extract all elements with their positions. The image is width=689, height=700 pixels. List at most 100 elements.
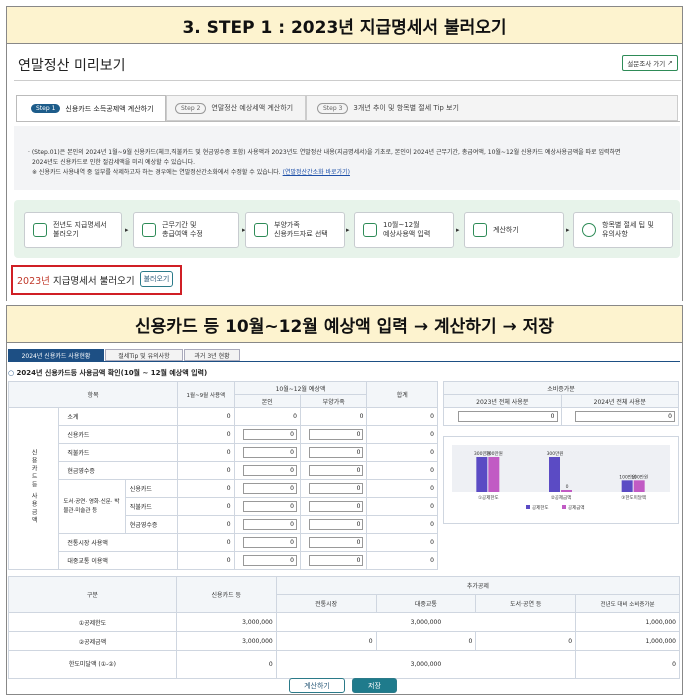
legend-swatch [526, 505, 530, 509]
legend-label: 공제금액 [568, 504, 585, 511]
save-button[interactable]: 저장 [352, 678, 397, 693]
step-item: 계산하기 [464, 212, 564, 248]
survey-button[interactable]: 설문조사 가기 ↗ [622, 55, 678, 71]
chart-data-label: 300만원 [486, 450, 503, 457]
header-2024: 2024년 전체 사용분 [560, 394, 679, 408]
self-input[interactable]: 0 [243, 519, 297, 530]
simplified-link[interactable]: (연말정산간소화 바로가기) [283, 169, 350, 176]
step-item: 전년도 지급명세서 불러오기 [24, 212, 122, 248]
tip-icon [582, 223, 596, 237]
header-total: 합계 [366, 381, 438, 408]
table-row: 도서·공연· 영화·신문· 박물관·미술관 등 신용카드 0 0 0 0 [9, 479, 438, 534]
step-badge: Step 2 [175, 102, 207, 114]
step-item: 근무기간 및 총급여액 수정 [133, 212, 239, 248]
subtab-tips[interactable]: 절세Tip 및 유의사항 [105, 349, 183, 361]
table-row: 신용카드등 사용금액 소계 0 0 0 0 [7, 407, 438, 570]
chart-container: 300만원 300만원 ①공제한도 300만원 0 ②공제금액 100만원 100만원 ③한도미… [443, 436, 679, 524]
subtab-history[interactable]: 과거 3년 현황 [184, 349, 240, 361]
chart-bar [476, 457, 488, 492]
dependent-input[interactable]: 0 [309, 429, 364, 440]
header-item: 항목 [7, 381, 179, 408]
table-row: ①공제한도 3,000,000 3,000,000 1,000,000 [8, 612, 680, 632]
chart-bar [549, 457, 560, 492]
self-input[interactable]: 0 [243, 501, 297, 512]
chart-bar [488, 457, 500, 492]
table-row: 전통시장 사용액 0 0 0 0 [9, 533, 438, 552]
dependent-input[interactable]: 0 [309, 519, 364, 530]
step-badge: Step 1 [31, 104, 61, 113]
calendar-icon [142, 223, 156, 237]
table-row: 한도미달액 (①-②) 0 3,000,000 0 [8, 650, 680, 679]
chart-data-label: 0 [566, 484, 569, 490]
header-additional: 추가공제 [275, 576, 681, 595]
tab-step2[interactable]: Step 2 연말정산 예상세액 계산하기 [166, 95, 306, 121]
step-badge: Step 3 [317, 102, 349, 114]
load-button[interactable]: 불러오기 [140, 271, 173, 287]
notice-text: · (Step.01)은 본인의 2024년 1월~9월 신용카드(체크,직불카… [28, 149, 621, 176]
calculate-button[interactable]: 계산하기 [289, 678, 345, 693]
calculator-icon [473, 223, 487, 237]
card-icon [363, 223, 377, 237]
arrow-right-icon: ▸ [566, 226, 570, 234]
arrow-right-icon: ▸ [456, 226, 460, 234]
self-input[interactable]: 0 [243, 555, 297, 566]
chart-bar [633, 480, 645, 492]
header-dependent: 부양가족 [299, 394, 368, 408]
usage-2024-input[interactable]: 0 [575, 411, 675, 422]
header-oct-dec: 10월~12월 예상액 [233, 381, 368, 395]
table-row: 대중교통 이용액 0 0 0 0 [9, 551, 438, 570]
external-link-icon: ↗ [667, 59, 673, 67]
header-market: 전통시장 [275, 594, 377, 613]
subtab-line [8, 361, 680, 362]
document-icon [33, 223, 47, 237]
consumption-table: 소비증가분 2023년 전체 사용분 2024년 전체 사용분 0 0 [443, 381, 679, 426]
section-banner-step1: 3. STEP 1 : 2023년 지급명세서 불러오기 [6, 6, 683, 44]
tab-step3[interactable]: Step 3 3개년 추이 및 항목별 절세 Tip 보기 [306, 95, 678, 121]
step-item: 항목별 절세 팁 및 유의사항 [573, 212, 673, 248]
section-title: ○ 2024년 신용카드등 사용금액 확인(10월 ~ 12월 예상액 입력) [8, 369, 208, 377]
legend-swatch [562, 505, 566, 509]
arrow-right-icon: ▸ [125, 226, 129, 234]
header-culture: 도서·공연 등 [475, 594, 577, 613]
table-row: ②공제금액 3,000,000 0 0 0 1,000,000 [8, 631, 680, 651]
dependent-input[interactable]: 0 [309, 501, 364, 512]
dependent-input[interactable]: 0 [309, 555, 364, 566]
page-title: 연말정산 미리보기 [18, 58, 126, 74]
load-label: 2023년 지급명세서 불러오기 [17, 276, 135, 287]
divider [14, 80, 681, 81]
usage-table: 항목 1월~9월 사용액 10월~12월 예상액 합계 본인 부양가족 신용카드… [7, 381, 438, 570]
header-self: 본인 [233, 394, 302, 408]
usage-2023-input[interactable]: 0 [457, 411, 558, 422]
side-label: 신용카드등 사용금액 [7, 407, 60, 570]
arrow-right-icon: ▸ [346, 226, 350, 234]
self-input[interactable]: 0 [243, 483, 297, 494]
self-input[interactable]: 0 [243, 465, 297, 476]
dependent-input[interactable]: 0 [309, 465, 364, 476]
header-increase: 전년도 대비 소비증가분 [575, 594, 680, 613]
header-card: 신용카드 등 [175, 576, 277, 613]
culture-label: 도서·공연· 영화·신문· 박물관·미술관 등 [58, 479, 126, 534]
table-row: 직불카드 0 0 0 0 [9, 443, 438, 462]
header-2023: 2023년 전체 사용분 [443, 394, 562, 408]
dependent-input[interactable]: 0 [309, 537, 364, 548]
subtab-usage[interactable]: 2024년 신용카드 사용현황 [8, 349, 104, 361]
self-input[interactable]: 0 [243, 537, 297, 548]
dependent-input[interactable]: 0 [309, 483, 364, 494]
tab-step1[interactable]: Step 1 신용카드 소득공제액 계산하기 [16, 95, 166, 121]
table-row: 현금영수증 0 0 0 0 [9, 461, 438, 480]
legend-label: 공제한도 [532, 504, 549, 511]
chart-bar [561, 490, 572, 492]
table-row: 신용카드 0 0 0 0 [9, 425, 438, 444]
dependent-input[interactable]: 0 [309, 447, 364, 458]
deduction-chart: 300만원300만원①공제한도300만원0②공제금액100만원100만원③한도미… [452, 445, 670, 511]
chart-category-label: ①공제한도 [478, 494, 499, 501]
step-item: 10월~12월 예상사용액 입력 [354, 212, 454, 248]
self-input[interactable]: 0 [243, 447, 297, 458]
chart-category-label: ②공제금액 [551, 494, 572, 501]
header-div: 구분 [8, 576, 177, 613]
self-input[interactable]: 0 [243, 429, 297, 440]
consumption-title: 소비증가분 [443, 381, 679, 395]
header-jan-sep: 1월~9월 사용액 [177, 381, 235, 408]
tab-underline [16, 121, 680, 122]
banner-title: 신용카드 등 10월~12월 예상액 입력 → 계산하기 → 저장 [135, 316, 554, 337]
